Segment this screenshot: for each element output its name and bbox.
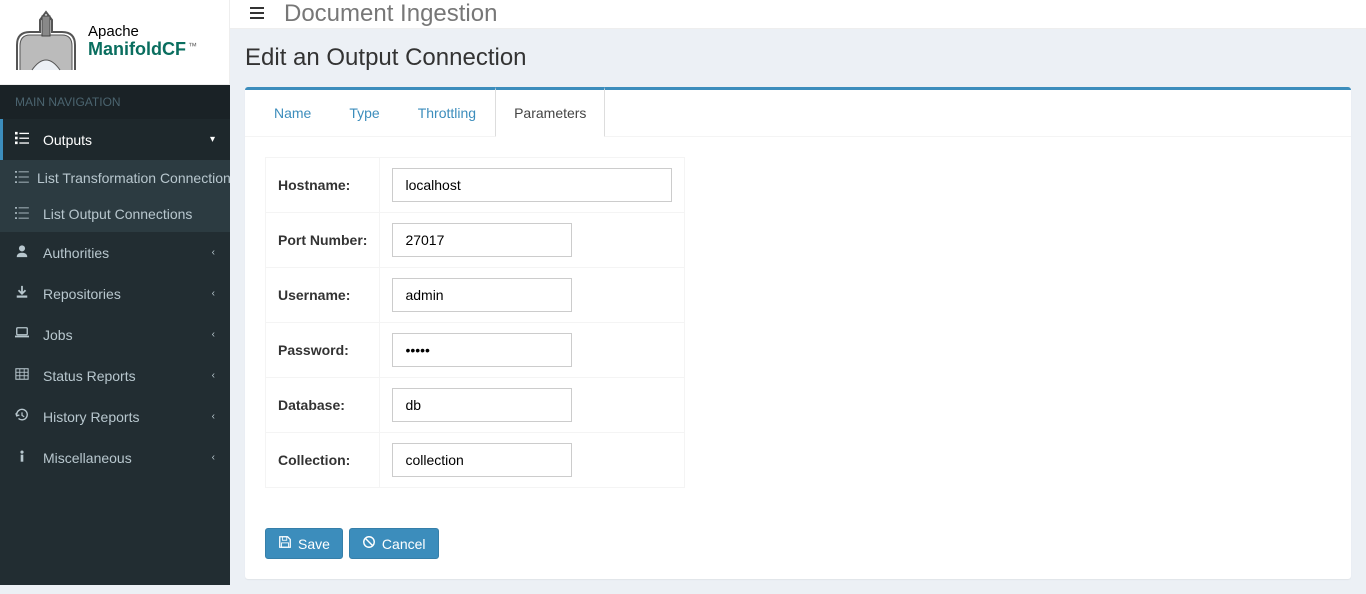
sidebar-item-repositories[interactable]: Repositories ‹ [0, 273, 230, 314]
button-row: Save Cancel [245, 528, 1351, 579]
hostname-input[interactable] [392, 168, 672, 202]
logo-icon [12, 10, 82, 75]
user-icon [15, 244, 35, 261]
tab-body-parameters: Hostname: Port Number: Username: Pa [245, 137, 1351, 528]
sidebar-item-list-transformation[interactable]: List Transformation Connections [0, 160, 230, 196]
cancel-icon [362, 535, 376, 552]
parameters-table: Hostname: Port Number: Username: Pa [265, 157, 685, 488]
username-label: Username: [266, 268, 380, 323]
logo[interactable]: Apache ManifoldCF™ [0, 0, 230, 85]
logo-text-line1: Apache [88, 24, 195, 41]
sidebar-item-label: Jobs [43, 327, 73, 343]
page-title: Edit an Output Connection [245, 44, 1351, 72]
tab-parameters[interactable]: Parameters [495, 87, 605, 137]
logo-trademark: ™ [188, 41, 197, 51]
cancel-button-label: Cancel [382, 536, 426, 552]
sidebar-item-label: Outputs [43, 132, 92, 148]
database-input[interactable] [392, 388, 572, 422]
chevron-left-icon: ‹ [212, 247, 215, 258]
sidebar-item-label: List Transformation Connections [37, 170, 230, 186]
port-label: Port Number: [266, 213, 380, 268]
history-icon [15, 408, 35, 425]
chevron-left-icon: ‹ [212, 370, 215, 381]
cancel-button[interactable]: Cancel [349, 528, 439, 559]
main-area: Document Ingestion Edit an Output Connec… [230, 0, 1366, 585]
list-icon [15, 170, 29, 186]
username-input[interactable] [392, 278, 572, 312]
hamburger-icon [250, 7, 264, 19]
form-panel: Name Type Throttling Parameters Hostname… [245, 87, 1351, 579]
content: Edit an Output Connection Name Type Thro… [230, 29, 1366, 594]
sidebar-item-label: Status Reports [43, 368, 136, 384]
topbar-title: Document Ingestion [284, 0, 497, 28]
tabs: Name Type Throttling Parameters [245, 90, 1351, 137]
chevron-down-icon: ▾ [210, 134, 215, 145]
sidebar-item-miscellaneous[interactable]: Miscellaneous ‹ [0, 437, 230, 478]
chevron-left-icon: ‹ [212, 329, 215, 340]
table-icon [15, 367, 35, 384]
info-icon [15, 449, 35, 466]
sidebar-item-label: Miscellaneous [43, 450, 132, 466]
hostname-label: Hostname: [266, 158, 380, 213]
sidebar-item-jobs[interactable]: Jobs ‹ [0, 314, 230, 355]
database-label: Database: [266, 378, 380, 433]
chevron-left-icon: ‹ [212, 452, 215, 463]
password-input[interactable] [392, 333, 572, 367]
chevron-left-icon: ‹ [212, 288, 215, 299]
sidebar-item-label: List Output Connections [43, 206, 192, 222]
collection-input[interactable] [392, 443, 572, 477]
sidebar-item-list-output[interactable]: List Output Connections [0, 196, 230, 232]
port-input[interactable] [392, 223, 572, 257]
sidebar-sub-outputs: List Transformation Connections List Out… [0, 160, 230, 232]
laptop-icon [15, 326, 35, 343]
sidebar-item-label: History Reports [43, 409, 139, 425]
password-label: Password: [266, 323, 380, 378]
sidebar-item-label: Authorities [43, 245, 109, 261]
tab-name[interactable]: Name [255, 87, 330, 137]
chevron-left-icon: ‹ [212, 411, 215, 422]
sidebar: Apache ManifoldCF™ MAIN NAVIGATION Outpu… [0, 0, 230, 585]
sidebar-toggle-button[interactable] [250, 6, 264, 22]
collection-label: Collection: [266, 433, 380, 488]
nav-header: MAIN NAVIGATION [0, 85, 230, 119]
download-icon [15, 285, 35, 302]
sidebar-item-outputs[interactable]: Outputs ▾ [0, 119, 230, 160]
topbar: Document Ingestion [230, 0, 1366, 29]
logo-text-line2: ManifoldCF [88, 39, 186, 59]
sidebar-item-authorities[interactable]: Authorities ‹ [0, 232, 230, 273]
sidebar-item-label: Repositories [43, 286, 121, 302]
save-button-label: Save [298, 536, 330, 552]
tab-throttling[interactable]: Throttling [399, 87, 495, 137]
outputs-icon [15, 131, 35, 148]
sidebar-item-status-reports[interactable]: Status Reports ‹ [0, 355, 230, 396]
save-icon [278, 535, 292, 552]
sidebar-item-history-reports[interactable]: History Reports ‹ [0, 396, 230, 437]
save-button[interactable]: Save [265, 528, 343, 559]
list-icon [15, 206, 35, 222]
tab-type[interactable]: Type [330, 87, 398, 137]
